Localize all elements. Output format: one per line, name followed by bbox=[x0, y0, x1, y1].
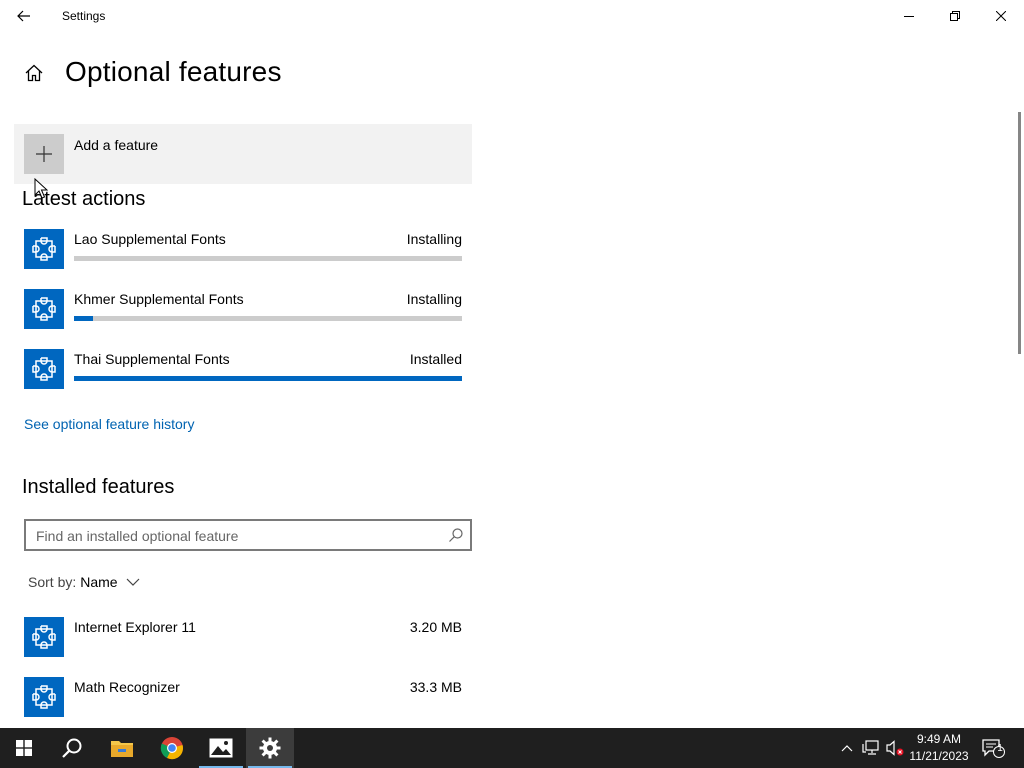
back-button[interactable] bbox=[6, 0, 42, 32]
close-icon bbox=[996, 11, 1006, 21]
restore-icon bbox=[950, 11, 960, 21]
feature-name: Internet Explorer 11 bbox=[74, 619, 196, 635]
network-icon bbox=[862, 740, 879, 755]
scrollbar[interactable] bbox=[1018, 112, 1021, 354]
clock[interactable]: 9:49 AM 11/21/2023 bbox=[904, 731, 974, 765]
chrome-button[interactable] bbox=[148, 728, 196, 768]
progress-fill bbox=[74, 316, 94, 321]
installed-feature-row[interactable]: Internet Explorer 11 3.20 MB bbox=[24, 617, 464, 665]
window-title: Settings bbox=[62, 9, 106, 23]
clock-time: 9:49 AM bbox=[916, 732, 962, 746]
installed-feature-search[interactable] bbox=[24, 519, 472, 551]
chevron-down-icon bbox=[126, 578, 140, 586]
back-arrow-icon bbox=[17, 10, 30, 22]
volume-button[interactable] bbox=[884, 728, 906, 768]
puzzle-icon bbox=[24, 617, 64, 657]
action-row-lao[interactable]: Lao Supplemental Fonts Installing bbox=[24, 229, 464, 277]
action-center-button[interactable]: 1 bbox=[978, 728, 1008, 768]
search-icon bbox=[62, 738, 82, 758]
sort-dropdown[interactable]: Sort by: Name bbox=[28, 574, 140, 590]
action-name: Khmer Supplemental Fonts bbox=[74, 291, 244, 307]
installed-feature-row[interactable]: Math Recognizer 33.3 MB bbox=[24, 677, 464, 725]
minimize-button[interactable] bbox=[886, 0, 932, 32]
chrome-icon bbox=[160, 737, 183, 760]
restore-button[interactable] bbox=[932, 0, 978, 32]
page-title: Optional features bbox=[65, 56, 282, 87]
settings-icon bbox=[259, 737, 281, 759]
sort-label: Sort by: bbox=[28, 574, 77, 590]
progress-bar bbox=[74, 376, 462, 381]
puzzle-icon bbox=[24, 229, 64, 269]
close-button[interactable] bbox=[978, 0, 1024, 32]
chevron-up-icon bbox=[841, 745, 853, 752]
action-row-thai[interactable]: Thai Supplemental Fonts Installed bbox=[24, 349, 464, 397]
settings-window: Settings Optional features Add a feature… bbox=[0, 0, 1024, 728]
clock-date: 11/21/2023 bbox=[909, 749, 969, 763]
optional-feature-history-link[interactable]: See optional feature history bbox=[24, 416, 194, 432]
feature-size: 3.20 MB bbox=[409, 619, 462, 635]
action-status: Installing bbox=[406, 291, 462, 307]
progress-fill bbox=[74, 376, 462, 381]
plus-icon bbox=[24, 134, 64, 174]
feature-name: Math Recognizer bbox=[74, 679, 180, 695]
progress-bar bbox=[74, 316, 462, 321]
puzzle-icon bbox=[24, 289, 64, 329]
puzzle-icon bbox=[24, 677, 64, 717]
action-name: Thai Supplemental Fonts bbox=[74, 351, 230, 367]
action-status: Installed bbox=[409, 351, 462, 367]
show-hidden-icons-button[interactable] bbox=[838, 728, 856, 768]
photos-icon bbox=[209, 738, 233, 758]
add-feature-label: Add a feature bbox=[74, 137, 159, 153]
volume-muted-icon bbox=[886, 740, 904, 756]
installed-features-heading: Installed features bbox=[22, 476, 175, 498]
windows-logo-icon bbox=[16, 740, 32, 756]
taskbar: 9:49 AM 11/21/2023 1 bbox=[0, 728, 1024, 768]
action-name: Lao Supplemental Fonts bbox=[74, 231, 226, 247]
home-icon bbox=[25, 64, 43, 82]
action-status: Installing bbox=[406, 231, 462, 247]
network-button[interactable] bbox=[860, 728, 882, 768]
notification-count: 1 bbox=[997, 743, 1003, 754]
progress-bar bbox=[74, 256, 462, 261]
feature-size: 33.3 MB bbox=[409, 679, 462, 695]
start-button[interactable] bbox=[0, 728, 48, 768]
photos-button[interactable] bbox=[197, 728, 245, 768]
title-bar: Settings bbox=[0, 0, 1024, 32]
mouse-cursor-icon bbox=[34, 178, 48, 199]
file-explorer-icon bbox=[111, 741, 133, 757]
puzzle-icon bbox=[24, 349, 64, 389]
search-icon[interactable] bbox=[448, 527, 464, 543]
sort-value: Name bbox=[80, 574, 118, 590]
taskbar-search-button[interactable] bbox=[48, 728, 96, 768]
search-input[interactable] bbox=[36, 526, 436, 546]
action-row-khmer[interactable]: Khmer Supplemental Fonts Installing bbox=[24, 289, 464, 337]
file-explorer-button[interactable] bbox=[98, 728, 146, 768]
minimize-icon bbox=[904, 16, 914, 17]
add-feature-button[interactable]: Add a feature bbox=[14, 124, 472, 184]
home-button[interactable] bbox=[22, 60, 46, 86]
settings-taskbar-button[interactable] bbox=[246, 728, 294, 768]
